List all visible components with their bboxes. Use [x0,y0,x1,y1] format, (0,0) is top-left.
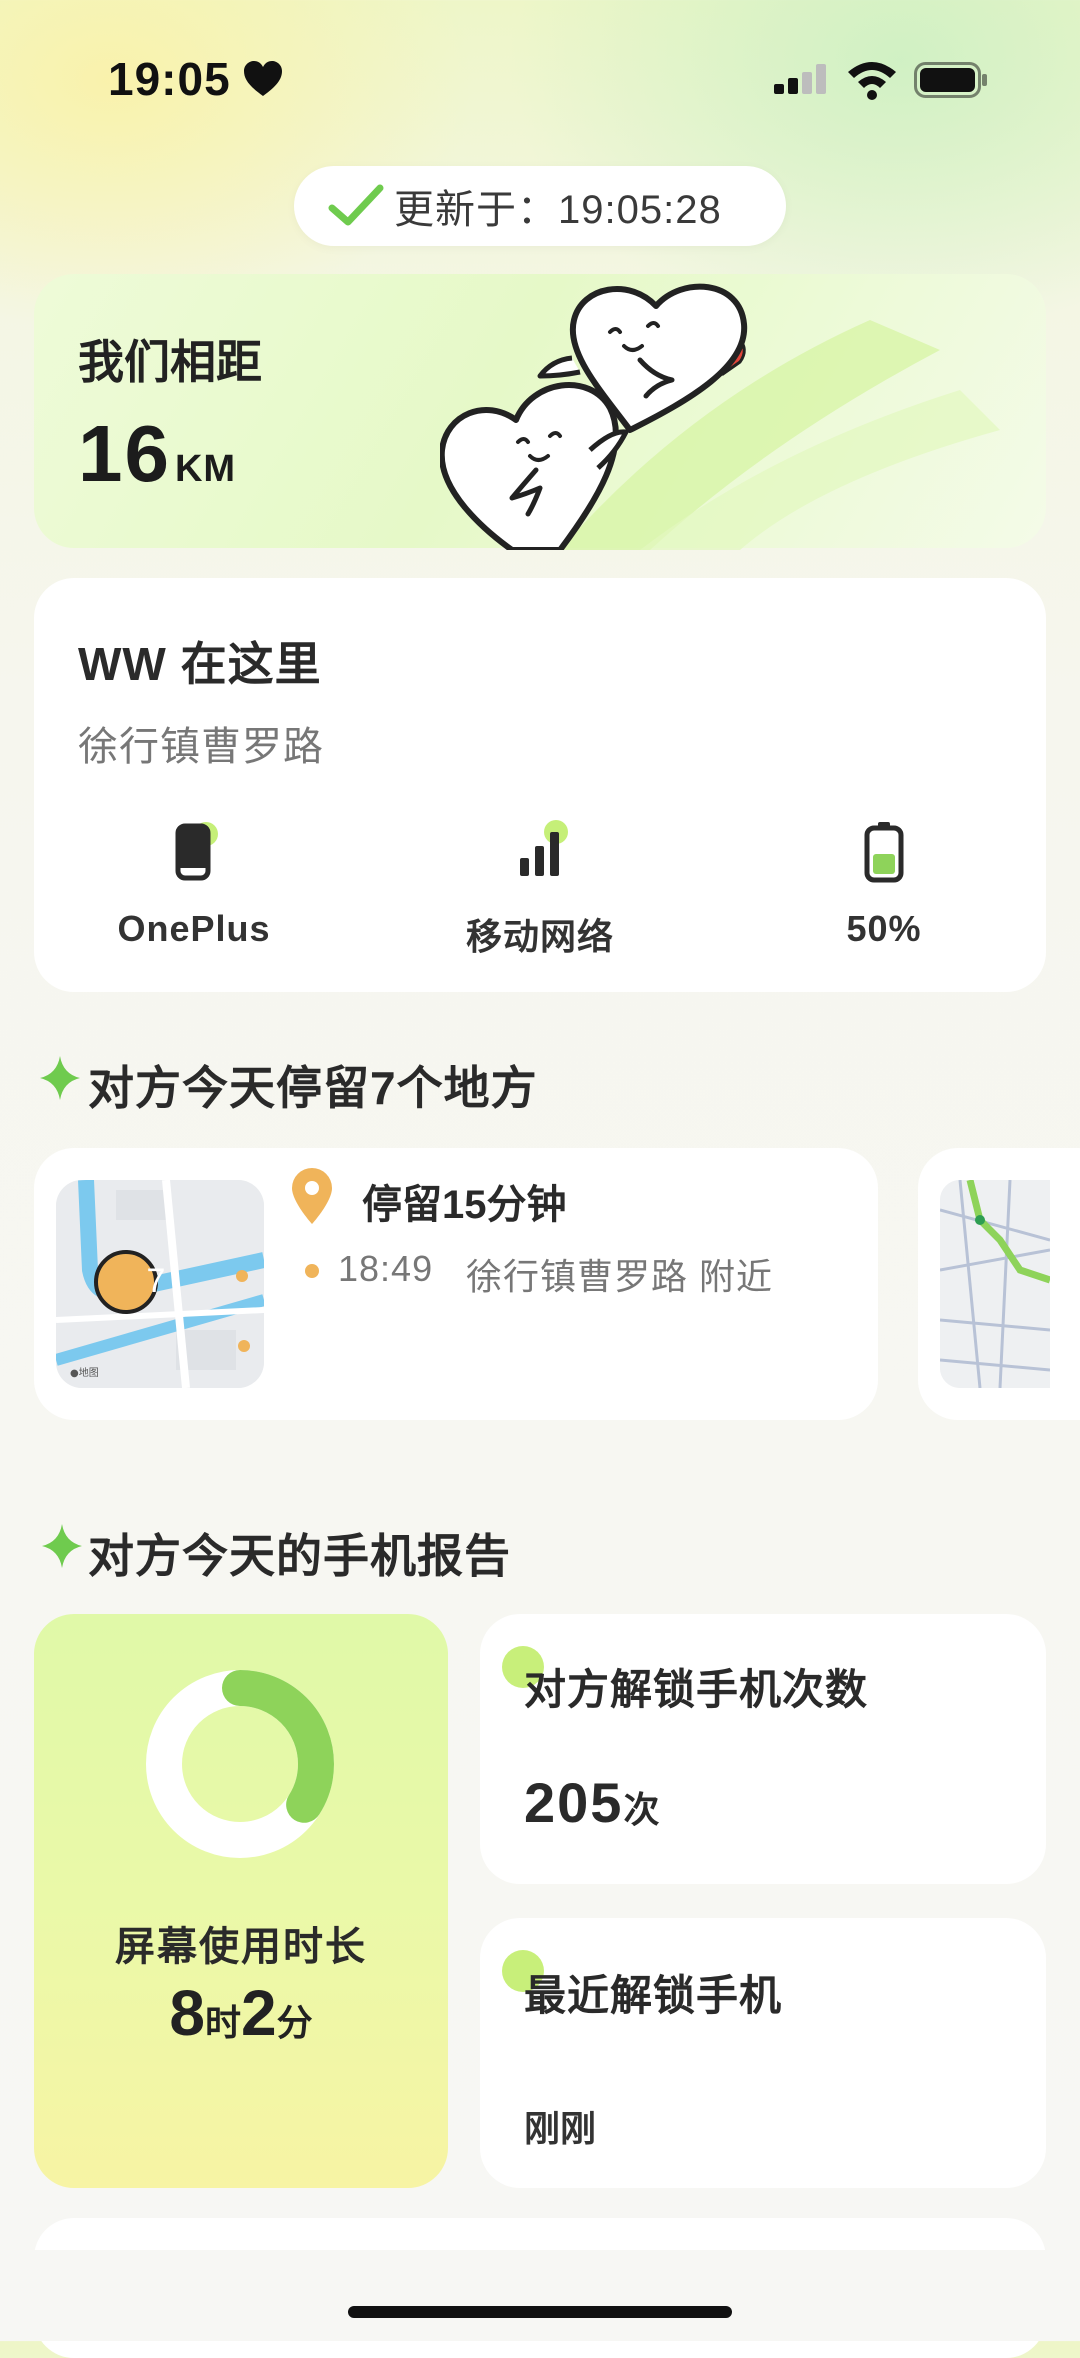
location-address: 徐行镇曹罗路 [78,725,324,769]
heart-icon [244,61,282,96]
device-stat: OnePlus [54,820,334,950]
update-status-pill: 更新于：19:05:28 [294,166,786,246]
report-section-title: 对方今天的手机报告 [88,1530,511,1582]
recent-unlock-title: 最近解锁手机 [524,1972,783,2019]
unlock-count-card[interactable] [480,1614,1046,1884]
route-map-thumbnail[interactable] [940,1180,1050,1388]
distance-unit: KM [174,448,237,490]
places-section-title: 对方今天停留7个地方 [88,1062,538,1114]
cellular-signal-icon [774,64,826,94]
bottom-fade [0,2250,1080,2341]
network-label: 移动网络 [465,916,614,957]
unlock-count-value: 205次 [524,1770,661,1835]
wifi-icon [848,62,896,100]
distance-label: 我们相距 [78,336,262,388]
timeline-dot [305,1264,319,1278]
hearts-illustration-icon [440,283,1000,550]
screen-time-value: 8时2分 [34,1976,448,2050]
screen-time-hours: 8 [169,1977,205,2049]
route-map-icon [940,1180,1050,1388]
update-time-text: 更新于：19:05:28 [394,188,722,232]
status-time: 19:05 [108,53,231,105]
minutes-unit: 分 [276,2002,313,2043]
signal-bars-icon [520,820,568,876]
battery-stat: 50% [744,820,1024,950]
device-label: OnePlus [117,908,271,949]
unlock-count-title: 对方解锁手机次数 [524,1666,869,1713]
screen-time-minutes: 2 [241,1977,277,2049]
location-pin-icon [292,1168,332,1224]
battery-status-icon [914,62,987,98]
svg-text:●地图: ●地图 [70,1366,99,1379]
distance-value: 16 KM [78,408,236,500]
battery-label: 50% [846,908,922,949]
stay-place: 徐行镇曹罗路 附近 [466,1256,774,1297]
unlock-count-number: 205 [524,1771,624,1834]
recent-unlock-value: 刚刚 [524,2108,597,2149]
hours-unit: 时 [204,2002,241,2043]
stay-time: 18:49 [338,1248,434,1289]
phone-icon [175,822,218,881]
stay-duration: 停留15分钟 [362,1183,567,1227]
battery-icon [864,822,904,883]
home-indicator[interactable] [348,2306,732,2318]
unlock-count-unit: 次 [623,1789,662,1830]
network-stat: 移动网络 [400,820,680,960]
place-count-badge: 7 [146,1262,166,1300]
location-title: WW 在这里 [78,638,322,690]
check-icon [328,184,384,226]
screen-time-label: 屏幕使用时长 [115,1925,367,1969]
screen-time-ring [146,1670,334,1858]
distance-number: 16 [78,409,171,498]
sparkle-icon [42,1524,82,1568]
sparkle-icon [40,1056,80,1100]
